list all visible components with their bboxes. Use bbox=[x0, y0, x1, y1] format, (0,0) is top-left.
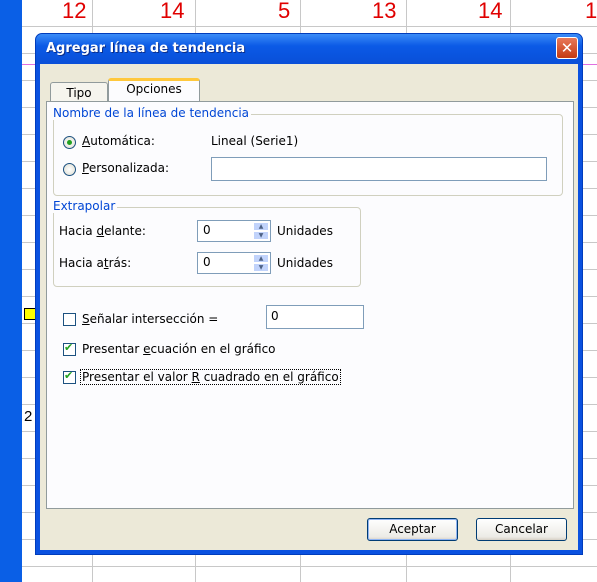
spin-up-icon[interactable]: ▲ bbox=[253, 254, 269, 263]
show-equation-label[interactable]: Presentar ecuación en el gráfico bbox=[82, 342, 276, 356]
column-number: 14 bbox=[160, 0, 185, 23]
spin-down-icon[interactable]: ▼ bbox=[253, 231, 269, 240]
cell-value: 2 bbox=[24, 408, 33, 425]
backward-spinner[interactable]: 0 ▲ ▼ bbox=[197, 252, 271, 274]
spin-up-icon[interactable]: ▲ bbox=[253, 222, 269, 231]
ok-button[interactable]: Aceptar bbox=[367, 518, 458, 541]
group-legend: Extrapolar bbox=[53, 199, 118, 213]
group-legend: Nombre de la línea de tendencia bbox=[53, 106, 252, 120]
forward-units: Unidades bbox=[277, 224, 333, 238]
column-number: 14 bbox=[478, 0, 503, 23]
backward-units: Unidades bbox=[277, 256, 333, 270]
show-r-squared-label[interactable]: Presentar el valor R cuadrado en el gráf… bbox=[80, 369, 341, 385]
backward-value: 0 bbox=[203, 255, 211, 269]
intercept-checkbox[interactable] bbox=[63, 313, 76, 326]
close-icon: ✕ bbox=[560, 39, 574, 57]
forward-spinner[interactable]: 0 ▲ ▼ bbox=[197, 220, 271, 242]
forward-label: Hacia delante: bbox=[59, 224, 146, 238]
show-equation-checkbox[interactable] bbox=[63, 341, 76, 356]
automatic-radio[interactable] bbox=[63, 136, 76, 149]
close-button[interactable]: ✕ bbox=[556, 37, 578, 59]
column-number: 12 bbox=[62, 0, 87, 23]
dialog-body: Tipo Opciones Nombre de la línea de tend… bbox=[40, 64, 578, 550]
forward-value: 0 bbox=[203, 223, 211, 237]
column-number: 13 bbox=[372, 0, 397, 23]
show-r-squared-checkbox[interactable] bbox=[63, 369, 76, 384]
custom-name-input[interactable] bbox=[211, 157, 547, 181]
automatic-label[interactable]: Automática: bbox=[82, 134, 155, 148]
intercept-label[interactable]: Señalar intersección = bbox=[82, 312, 218, 326]
spin-down-icon[interactable]: ▼ bbox=[253, 263, 269, 272]
column-number: 5 bbox=[278, 0, 291, 23]
tab-tipo[interactable]: Tipo bbox=[50, 82, 108, 102]
dialog-title: Agregar línea de tendencia bbox=[46, 41, 246, 56]
column-number: 1 bbox=[585, 0, 597, 23]
extrapolate-group: Extrapolar bbox=[53, 199, 361, 287]
custom-label[interactable]: Personalizada: bbox=[82, 161, 169, 175]
trendline-dialog: Agregar línea de tendencia ✕ Tipo Opcion… bbox=[35, 33, 583, 555]
cancel-button[interactable]: Cancelar bbox=[476, 518, 567, 541]
options-panel: Nombre de la línea de tendencia Automáti… bbox=[46, 101, 574, 509]
intercept-input[interactable]: 0 bbox=[266, 305, 364, 329]
title-bar[interactable]: Agregar línea de tendencia ✕ bbox=[36, 34, 582, 64]
automatic-name-value: Lineal (Serie1) bbox=[211, 134, 299, 148]
tab-opciones[interactable]: Opciones bbox=[108, 78, 200, 101]
trendline-name-group: Nombre de la línea de tendencia bbox=[53, 106, 563, 196]
custom-radio[interactable] bbox=[63, 163, 76, 176]
backward-label: Hacia atrás: bbox=[59, 256, 132, 270]
